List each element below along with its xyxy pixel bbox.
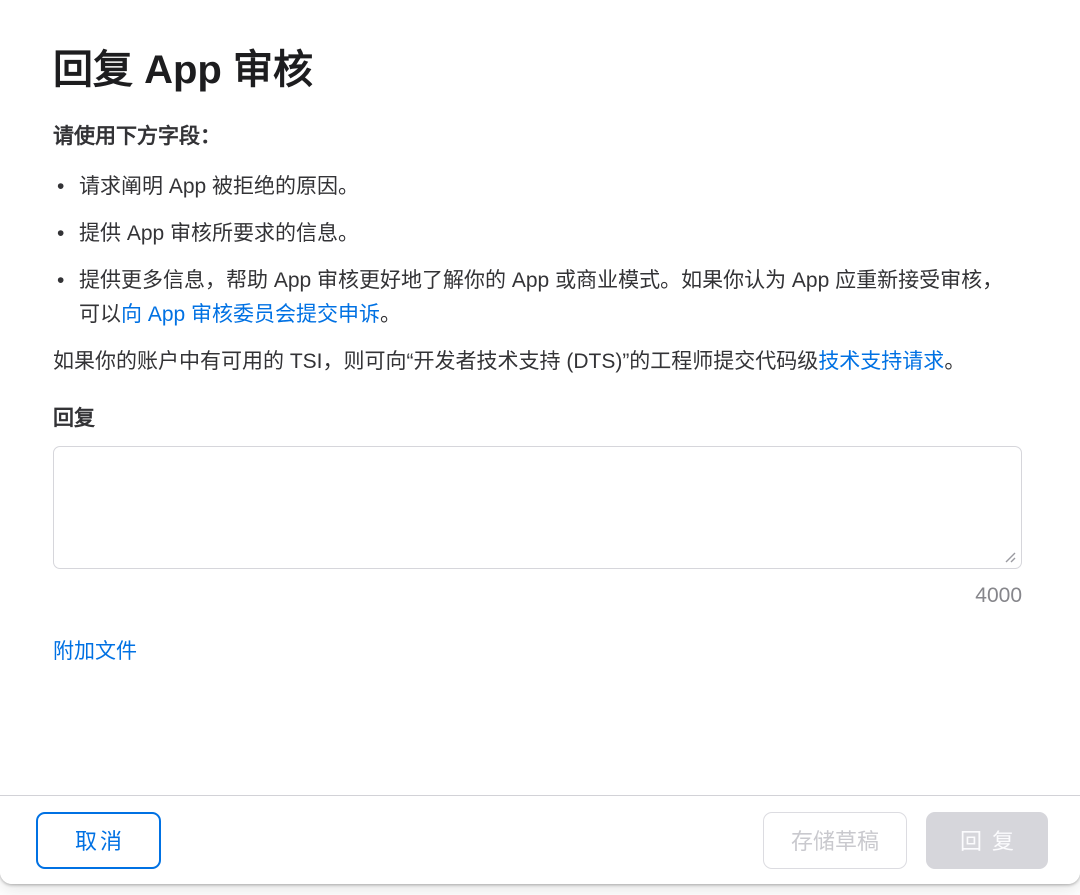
paragraph-text: 如果你的账户中有可用的 TSI，则可向“开发者技术支持 (DTS)”的工程师提交… [53,350,819,373]
list-item: 提供 App 审核所要求的信息。 [53,217,1022,251]
dialog-footer: 取消 存储草稿 回复 [0,795,1080,884]
char-counter: 4000 [975,584,1022,607]
reply-app-review-dialog: 回复 App 审核 请使用下方字段： 请求阐明 App 被拒绝的原因。 提供 A… [0,0,1080,884]
appeal-board-link[interactable]: 向 App 审核委员会提交申诉 [121,303,380,326]
resize-grip-icon[interactable] [1003,550,1017,564]
footer-right-actions: 存储草稿 回复 [762,811,1048,869]
list-item: 提供更多信息，帮助 App 审核更好地了解你的 App 或商业模式。如果你认为 … [53,264,1022,332]
bullet-text: 请求阐明 App 被拒绝的原因。 [79,175,360,198]
attach-row: 附加文件 [53,637,1022,667]
attach-files-link[interactable]: 附加文件 [53,640,137,663]
intro-text: 请使用下方字段： [53,125,221,148]
reply-button[interactable]: 回复 [925,811,1048,869]
bullet-text: 。 [380,303,402,326]
instruction-list: 请求阐明 App 被拒绝的原因。 提供 App 审核所要求的信息。 提供更多信息… [53,170,1022,332]
tsi-paragraph: 如果你的账户中有可用的 TSI，则可向“开发者技术支持 (DTS)”的工程师提交… [53,345,1022,379]
cancel-button[interactable]: 取消 [36,811,162,869]
save-draft-button[interactable]: 存储草稿 [762,811,907,869]
paragraph-text: 。 [944,350,966,373]
reply-textarea[interactable] [53,446,1022,569]
page-title: 回复 App 审核 [53,48,313,92]
bullet-text: 提供 App 审核所要求的信息。 [79,222,360,245]
list-item: 请求阐明 App 被拒绝的原因。 [53,170,1022,204]
dialog-content: 回复 App 审核 请使用下方字段： 请求阐明 App 被拒绝的原因。 提供 A… [0,0,1080,795]
tech-support-request-link[interactable]: 技术支持请求 [818,350,944,373]
reply-textarea-wrap [53,446,1022,569]
reply-field-label: 回复 [53,407,95,430]
